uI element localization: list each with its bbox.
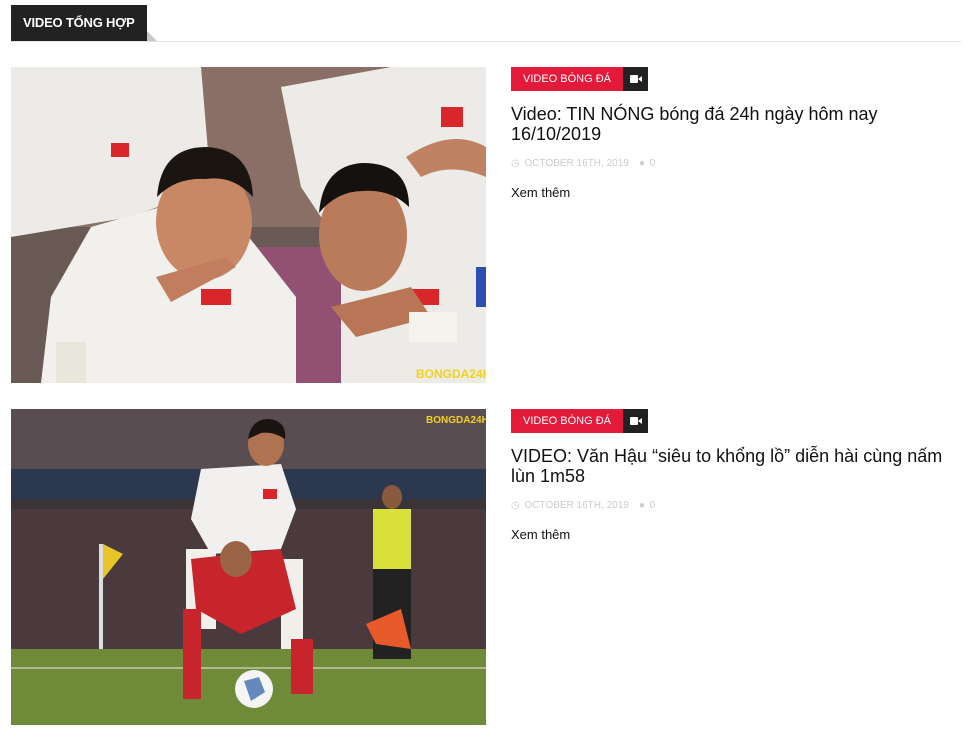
clock-icon: ◷ xyxy=(511,158,520,169)
post-meta: VIDEO BÓNG ĐÁ VIDEO: Văn Hậu “siêu to kh… xyxy=(511,409,951,542)
category-badge[interactable]: VIDEO BÓNG ĐÁ xyxy=(511,67,624,91)
comment-icon: ● xyxy=(638,500,645,511)
comment-count[interactable]: 0 xyxy=(650,500,656,511)
post-title[interactable]: VIDEO: Văn Hậu “siêu to khổng lồ” diễn h… xyxy=(511,446,951,486)
thumbnail-image: BONGDA24H xyxy=(11,67,486,383)
thumbnail-watermark: BONGDA24H xyxy=(416,367,486,381)
post-date: OCTOBER 16TH, 2019 xyxy=(524,158,629,169)
comment-icon: ● xyxy=(638,158,645,169)
category-badge[interactable]: VIDEO BÓNG ĐÁ xyxy=(511,409,624,433)
thumbnail-image: BONGDA24H xyxy=(11,409,486,725)
read-more-link[interactable]: Xem thêm xyxy=(511,185,951,200)
post-title[interactable]: Video: TIN NÓNG bóng đá 24h ngày hôm nay… xyxy=(511,104,951,144)
read-more-link[interactable]: Xem thêm xyxy=(511,527,951,542)
video-camera-icon xyxy=(623,409,649,433)
post-meta: VIDEO BÓNG ĐÁ Video: TIN NÓNG bóng đá 24… xyxy=(511,67,951,200)
post-info: ◷ OCTOBER 16TH, 2019 ● 0 xyxy=(511,500,951,511)
section-header: VIDEO TỔNG HỢP xyxy=(11,5,961,42)
post-thumbnail[interactable]: BONGDA24H xyxy=(11,67,486,383)
section-title[interactable]: VIDEO TỔNG HỢP xyxy=(11,5,157,41)
post-thumbnail[interactable]: BONGDA24H xyxy=(11,409,486,725)
thumbnail-watermark: BONGDA24H xyxy=(426,415,486,426)
clock-icon: ◷ xyxy=(511,500,520,511)
video-camera-icon xyxy=(623,67,649,91)
comment-count[interactable]: 0 xyxy=(650,158,656,169)
post-date: OCTOBER 16TH, 2019 xyxy=(524,500,629,511)
post-info: ◷ OCTOBER 16TH, 2019 ● 0 xyxy=(511,158,951,169)
